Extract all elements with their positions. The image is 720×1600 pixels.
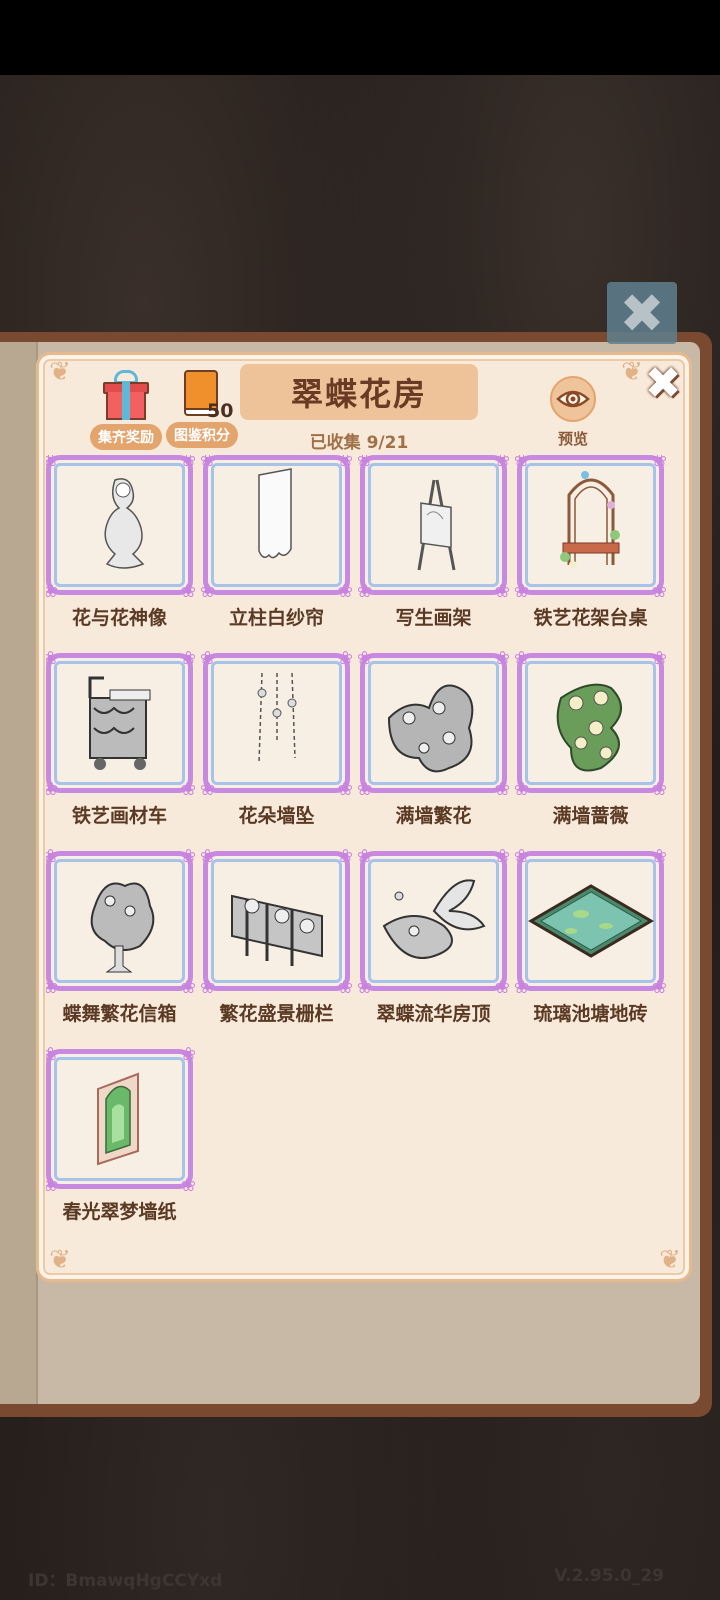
- item-frame: ❀ ❀: [200, 846, 353, 998]
- item-name: 写生画架: [395, 607, 472, 629]
- item-name: 满墙繁花: [395, 805, 472, 827]
- collection-item[interactable]: ❀❀ 写生画架: [357, 455, 510, 643]
- preview-label: 预览: [557, 430, 588, 448]
- close-icon: ✖: [644, 357, 682, 409]
- flower-mailbox-icon: [51, 856, 188, 986]
- item-frame: ❀ ❀: [514, 846, 666, 998]
- collection-item[interactable]: ❀❀ 琉璃池塘地砖: [514, 846, 666, 1039]
- collection-item[interactable]: ❀❀ 立柱白纱帘: [200, 455, 353, 643]
- wallpaper-icon: [51, 1054, 188, 1184]
- flower-wall-hanging-icon: [208, 658, 345, 788]
- item-name: 花与花神像: [71, 607, 167, 629]
- easel-icon: [365, 460, 502, 590]
- pond-tile-icon: [522, 856, 659, 986]
- item-name: 花朵墙坠: [238, 805, 315, 827]
- item-name: 翠蝶流华房顶: [376, 1003, 491, 1025]
- item-grid: ❀❀ 花与花神像 ❀❀ 立柱白纱帘 ❀❀ 写生画架 ❀❀ 铁艺花架台桌 ❀❀ 铁艺画材车 ❀❀ 花朵墙…: [46, 455, 666, 1245]
- background-close-icon[interactable]: ✖: [607, 282, 677, 345]
- collection-item[interactable]: ❀❀ 满墙蔷薇: [514, 648, 666, 841]
- collection-item[interactable]: ❀❀ 春光翠梦墙纸: [46, 1044, 196, 1237]
- item-frame: ❀ ❀: [514, 648, 666, 800]
- curtain-icon: [208, 460, 345, 590]
- collect-reward-label: 集齐奖励: [90, 424, 162, 450]
- collection-item[interactable]: ❀❀ 翠蝶流华房顶: [357, 846, 510, 1039]
- collect-reward-button[interactable]: 集齐奖励: [78, 370, 174, 450]
- version-label: V.2.95.0_29: [554, 1566, 664, 1586]
- wall-roses-icon: [522, 658, 659, 788]
- item-frame: ❀ ❀: [514, 455, 666, 602]
- item-frame: ❀ ❀: [357, 455, 510, 602]
- item-name: 满墙蔷薇: [552, 805, 629, 827]
- eye-icon: [550, 376, 596, 422]
- collection-title: 翠蝶花房: [240, 364, 478, 420]
- statue-icon: [51, 460, 188, 590]
- collection-item[interactable]: ❀❀ 繁花盛景栅栏: [200, 846, 353, 1039]
- codex-points-value: 50: [207, 400, 234, 422]
- item-frame: ❀ ❀: [46, 846, 196, 998]
- collection-item[interactable]: ❀❀ 蝶舞繁花信箱: [46, 846, 196, 1039]
- player-id: ID：BmawqHgCCYxd: [28, 1571, 223, 1591]
- wall-flowers-icon: [365, 658, 502, 788]
- flower-fence-icon: [208, 856, 345, 986]
- close-button[interactable]: ✖: [640, 357, 686, 409]
- item-frame: ❀ ❀: [357, 648, 510, 800]
- butterfly-roof-icon: [365, 856, 502, 986]
- book-spine: [0, 342, 38, 1404]
- item-frame: ❀ ❀: [200, 455, 353, 602]
- item-frame: ❀ ❀: [46, 1044, 196, 1196]
- item-frame: ❀ ❀: [46, 455, 196, 602]
- item-name: 春光翠梦墙纸: [62, 1201, 177, 1223]
- art-cart-icon: [51, 658, 188, 788]
- item-name: 蝶舞繁花信箱: [62, 1003, 177, 1025]
- item-frame: ❀ ❀: [200, 648, 353, 800]
- codex-points-label: 图鉴积分: [166, 422, 238, 448]
- item-frame: ❀ ❀: [46, 648, 196, 800]
- item-name: 铁艺画材车: [71, 805, 167, 827]
- item-name: 繁花盛景栅栏: [219, 1003, 334, 1025]
- gift-icon: [103, 370, 149, 420]
- item-name: 琉璃池塘地砖: [533, 1003, 648, 1025]
- corner-ornament-icon: ❦: [659, 1245, 681, 1275]
- collection-item[interactable]: ❀❀ 铁艺花架台桌: [514, 455, 666, 643]
- item-frame: ❀ ❀: [357, 846, 510, 998]
- corner-ornament-icon: ❦: [49, 357, 71, 387]
- collection-item[interactable]: ❀❀ 满墙繁花: [357, 648, 510, 841]
- corner-ornament-icon: ❦: [49, 1245, 71, 1275]
- collection-item[interactable]: ❀❀ 花朵墙坠: [200, 648, 353, 841]
- flower-arch-table-icon: [522, 460, 659, 590]
- preview-button[interactable]: 预览: [548, 376, 598, 449]
- collection-item[interactable]: ❀❀ 铁艺画材车: [46, 648, 196, 841]
- collection-item[interactable]: ❀❀ 花与花神像: [46, 455, 196, 643]
- item-name: 立柱白纱帘: [228, 607, 324, 629]
- collected-count: 已收集 9/21: [309, 433, 409, 453]
- item-name: 铁艺花架台桌: [533, 607, 648, 629]
